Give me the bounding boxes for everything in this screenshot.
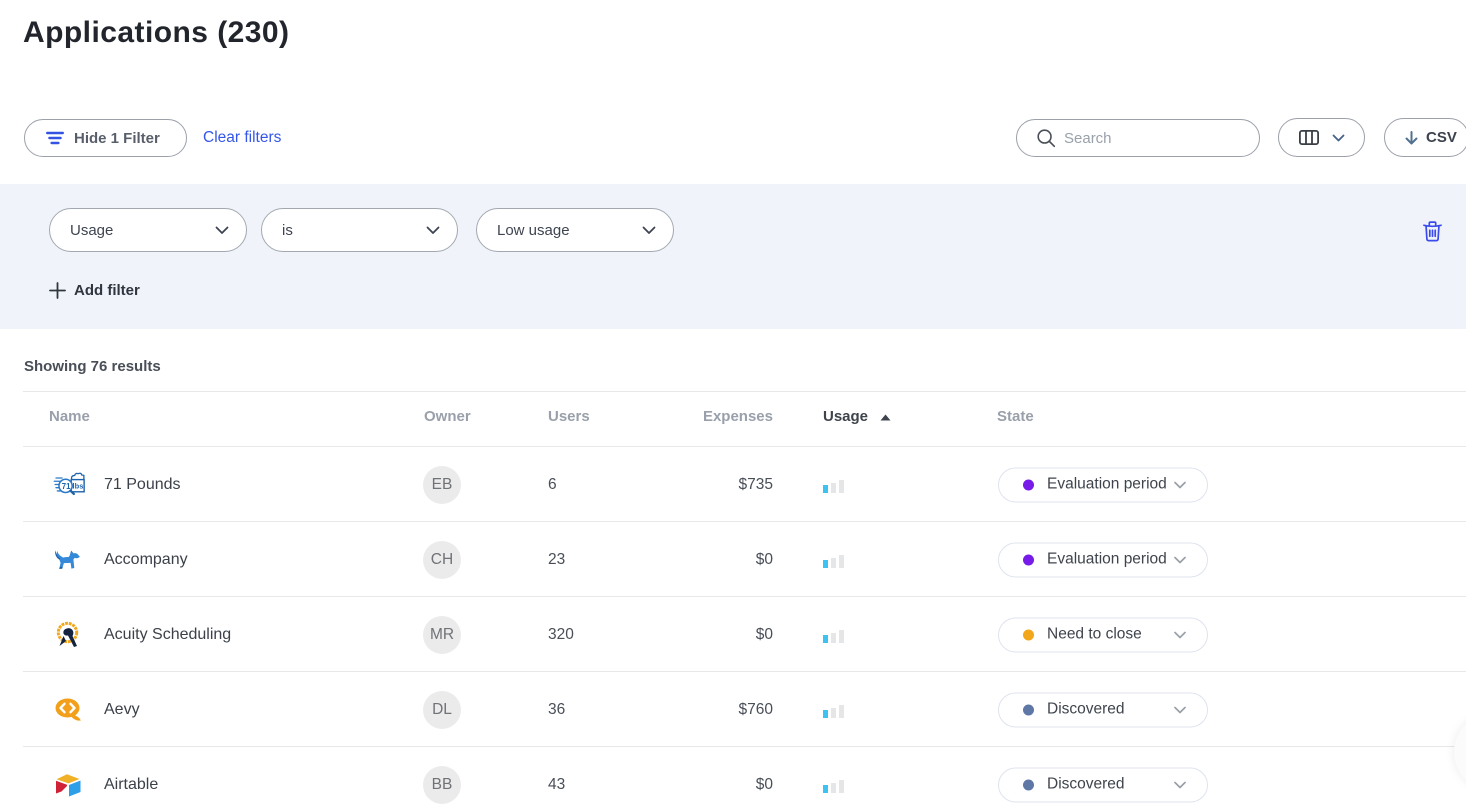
svg-text:lbs: lbs: [73, 481, 84, 490]
svg-text:71: 71: [62, 481, 71, 490]
